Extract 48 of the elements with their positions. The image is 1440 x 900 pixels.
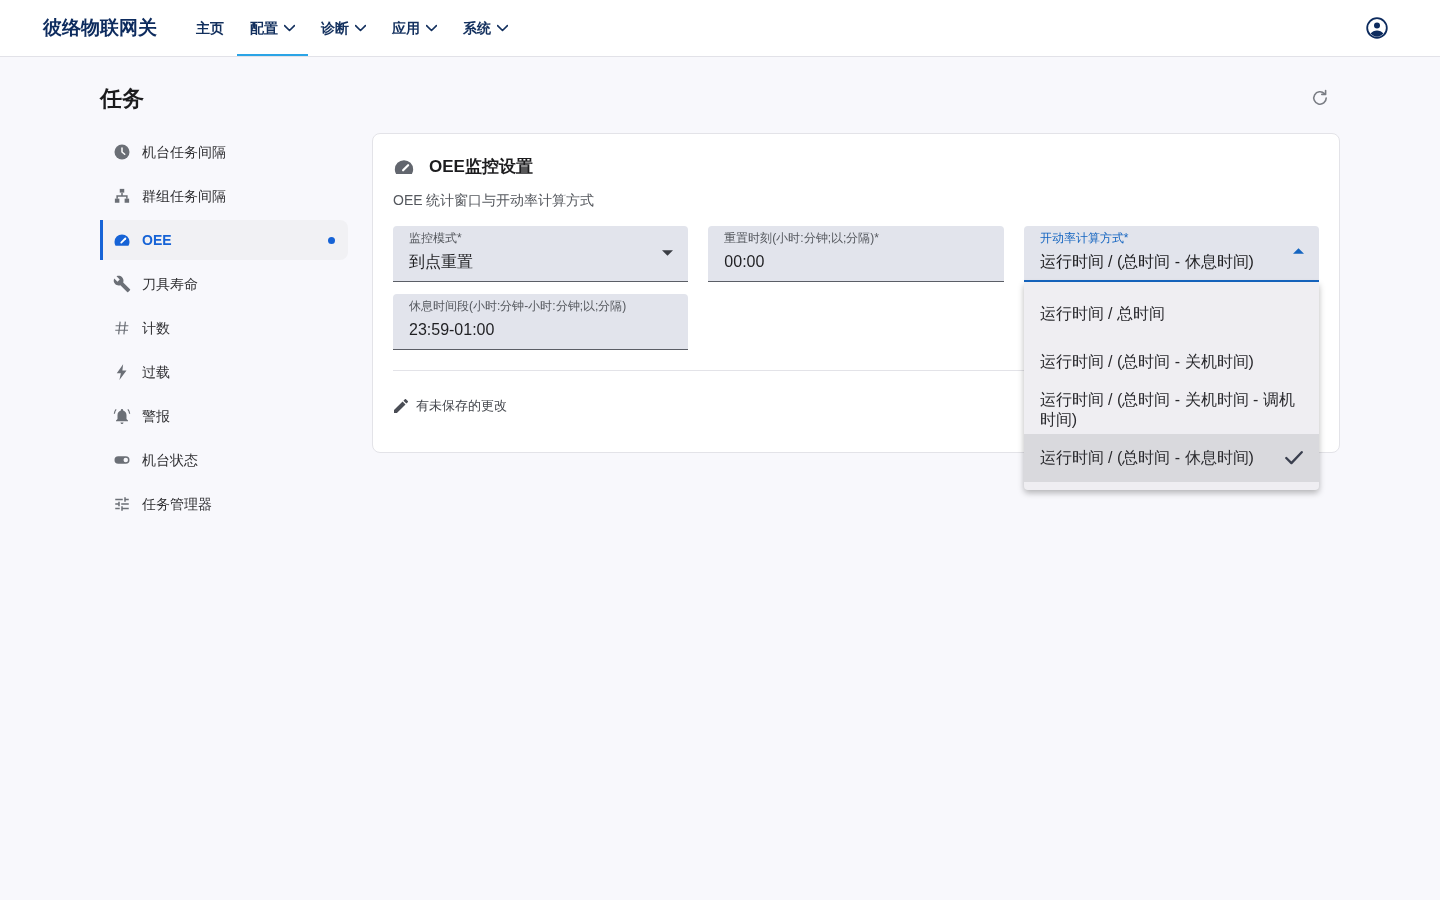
card-subtitle: OEE 统计窗口与开动率计算方式	[393, 191, 595, 210]
field-value: 运行时间 / (总时间 - 休息时间)	[1039, 252, 1254, 272]
clock-icon	[113, 143, 131, 161]
sliders-icon	[113, 495, 131, 513]
nav-tab[interactable]: 系统	[450, 0, 521, 56]
dropdown-option[interactable]: 运行时间 / 总时间	[1023, 290, 1319, 338]
sidebar-item[interactable]: OEE	[100, 220, 348, 260]
unsaved-notice: 有未保存的更改	[416, 397, 507, 416]
nav-tab[interactable]: 诊断	[308, 0, 379, 56]
field-label: 监控模式*	[409, 230, 462, 246]
caret-up-icon	[1293, 248, 1304, 254]
sidebar-item[interactable]: 机台状态	[100, 440, 348, 480]
field-label: 重置时刻(小时:分钟;以;分隔)*	[724, 230, 879, 246]
hash-icon	[113, 319, 131, 337]
wrench-icon	[113, 275, 131, 293]
select-field[interactable]: 监控模式* 到点重置	[393, 226, 689, 282]
alarm-bell-icon	[113, 407, 131, 425]
account-icon[interactable]	[1366, 17, 1388, 39]
field-label: 开动率计算方式*	[1039, 230, 1129, 246]
pencil-icon	[394, 399, 408, 413]
field-value: 23:59-01:00	[409, 320, 495, 340]
field-label: 休息时间段(小时:分钟-小时:分钟;以;分隔)	[409, 298, 627, 314]
field-value: 到点重置	[409, 252, 473, 272]
dropdown-option[interactable]: 运行时间 / (总时间 - 关机时间)	[1023, 338, 1319, 386]
card-title: OEE监控设置	[429, 156, 533, 179]
sidebar-item[interactable]: 过载	[100, 352, 348, 392]
check-icon	[1285, 449, 1303, 467]
sidebar-item[interactable]: 计数	[100, 308, 348, 348]
hierarchy-icon	[113, 187, 131, 205]
sidebar-item[interactable]: 群组任务间隔	[100, 176, 348, 216]
refresh-icon[interactable]	[1311, 89, 1329, 107]
sidebar-item[interactable]: 警报	[100, 396, 348, 436]
sidebar-item[interactable]: 任务管理器	[100, 484, 348, 524]
app-title: 彼络物联网关	[43, 15, 157, 40]
dropdown-option[interactable]: 运行时间 / (总时间 - 关机时间 - 调机时间)	[1023, 386, 1319, 434]
nav-tab[interactable]: 配置	[237, 0, 308, 56]
caret-down-icon	[662, 250, 674, 256]
text-field[interactable]: 休息时间段(小时:分钟-小时:分钟;以;分隔) 23:59-01:00	[393, 294, 689, 350]
dropdown-option[interactable]: 运行时间 / (总时间 - 休息时间)	[1023, 434, 1319, 482]
page-title: 任务	[100, 84, 144, 113]
select-field[interactable]: 开动率计算方式* 运行时间 / (总时间 - 休息时间)	[1023, 226, 1319, 282]
sidebar-item[interactable]: 机台任务间隔	[100, 132, 348, 172]
nav-tab[interactable]: 主页	[183, 0, 237, 56]
text-field[interactable]: 重置时刻(小时:分钟;以;分隔)* 00:00	[708, 226, 1004, 282]
nav-tab[interactable]: 应用	[379, 0, 450, 56]
sidebar-item[interactable]: 刀具寿命	[100, 264, 348, 304]
gauge-icon	[113, 231, 131, 249]
field-value: 00:00	[724, 252, 765, 272]
